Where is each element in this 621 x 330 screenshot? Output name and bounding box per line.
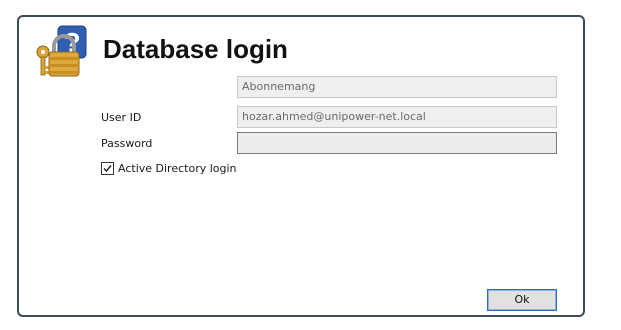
dialog-title: Database login (103, 34, 288, 64)
ok-button[interactable]: Ok (487, 289, 557, 311)
database-login-dialog: ? Database login Abonnemang User ID hoza… (17, 15, 585, 317)
active-directory-label: Active Directory login (118, 161, 237, 175)
password-field[interactable] (237, 132, 557, 154)
password-label: Password (101, 137, 153, 150)
active-directory-checkbox[interactable] (101, 161, 114, 175)
user-id-field[interactable]: hozar.ahmed@unipower-net.local (237, 106, 557, 128)
active-directory-row[interactable]: Active Directory login (101, 160, 237, 176)
subscription-field[interactable]: Abonnemang (237, 76, 557, 98)
user-id-label: User ID (101, 111, 142, 124)
padlock-question-icon: ? (34, 24, 88, 80)
checkmark-icon (103, 164, 112, 172)
